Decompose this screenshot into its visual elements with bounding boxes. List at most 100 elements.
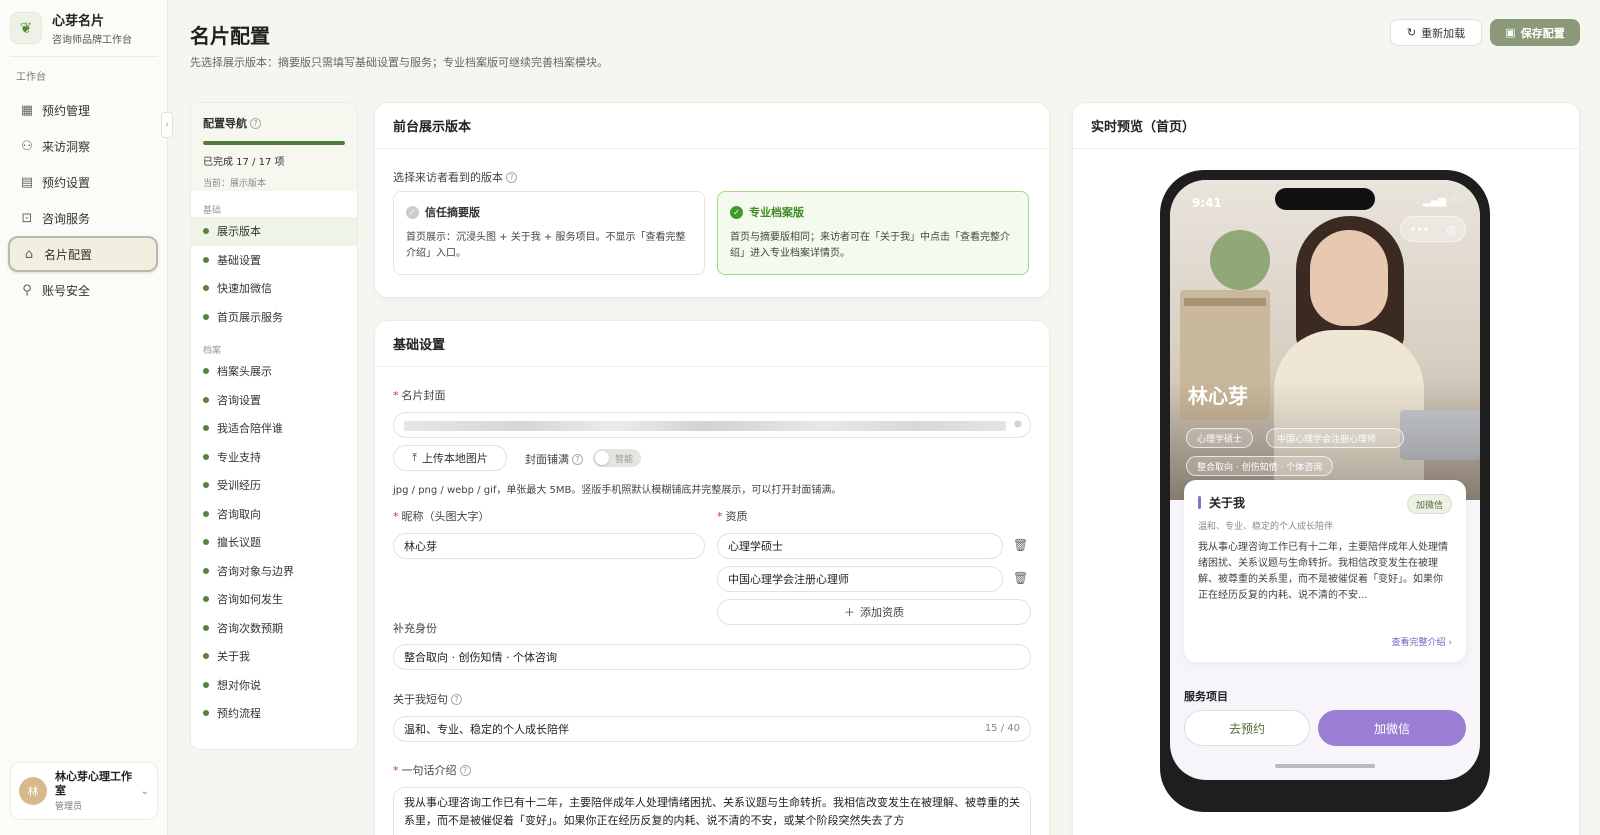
sprout-logo-icon: ❦ (10, 12, 42, 44)
portrait-face (1310, 230, 1388, 326)
add-qualification-button[interactable]: ＋添加资质 (717, 599, 1031, 625)
user-menu[interactable]: 林 林心芽心理工作室 管理员 ⌄ (10, 762, 158, 820)
sidebar-section-label: 工作台 (16, 72, 46, 83)
clear-icon[interactable]: ⊗ (1014, 419, 1022, 430)
config-nav-item[interactable]: 快速加微信 (191, 274, 357, 303)
config-nav-item[interactable]: 首页展示服务 (191, 303, 357, 332)
config-nav-item[interactable]: 我适合陪伴谁 (191, 414, 357, 443)
nav-group-label: 基础 (203, 206, 222, 216)
identity-tag: 整合取向 · 创伤知情 · 个体咨询 (1186, 456, 1334, 476)
required-mark: * (393, 510, 399, 523)
config-nav-item[interactable]: 关于我 (191, 642, 357, 671)
collapse-sidebar-button[interactable]: ‹ (161, 112, 173, 138)
calendar-icon: ▦ (20, 102, 34, 118)
sidebar-item-card-config[interactable]: ⌂ 名片配置 (8, 236, 158, 272)
progress-bar (203, 141, 345, 145)
save-button[interactable]: ▣ 保存配置 (1490, 19, 1580, 46)
config-nav-item[interactable]: 咨询对象与边界 (191, 557, 357, 586)
nickname-input[interactable]: 林心芽 (393, 533, 705, 559)
chevron-left-icon: ‹ (165, 120, 169, 130)
help-icon[interactable]: ? (459, 765, 471, 776)
about-title: 关于我 (1209, 496, 1246, 510)
refresh-icon: ↻ (1406, 26, 1417, 39)
check-dot-icon (203, 482, 209, 489)
phone-preview: 9:41 ▂▄▆ ◠ ••• ◎ 林心芽 心理学硕士 中国心理学会注册心理师 整合… (1160, 170, 1490, 812)
sidebar-item-booking-settings[interactable]: ▤ 预约设置 (8, 164, 158, 200)
config-nav-item[interactable]: 展示版本 (191, 217, 357, 246)
nav-group-label: 档案 (203, 346, 222, 356)
home-icon: ⌂ (24, 246, 34, 262)
brand-subtitle: 咨询师品牌工作台 (52, 35, 132, 46)
view-full-intro-link[interactable]: 查看完整介绍 › (1392, 635, 1452, 648)
brand[interactable]: ❦ 心芽名片 咨询师品牌工作台 (10, 8, 160, 48)
about-card: 关于我 加微信 温和、专业、稳定的个人成长陪伴 我从事心理咨询工作已有十二年，主… (1184, 480, 1466, 662)
config-nav-item[interactable]: 想对你说 (191, 671, 357, 700)
sidebar-item-insights[interactable]: ⚇ 来访洞察 (8, 128, 158, 164)
sidebar-item-services[interactable]: ⊡ 咨询服务 (8, 200, 158, 236)
check-dot-icon (203, 285, 209, 292)
option-description: 首页与摘要版相同；来访者可在「关于我」中点击「查看完整介绍」进入专业档案详情页。 (730, 232, 1010, 259)
check-circle-icon: ✓ (730, 205, 743, 219)
add-wechat-button[interactable]: 加微信 (1318, 710, 1466, 746)
config-nav-item[interactable]: 受训经历 (191, 471, 357, 500)
plus-icon: ＋ (844, 606, 855, 619)
qualification-label: 资质 (725, 510, 748, 523)
option-title: 信任摘要版 (425, 206, 480, 219)
config-nav-item[interactable]: 专业支持 (191, 443, 357, 472)
config-nav-item[interactable]: 擅长议题 (191, 528, 357, 557)
version-option-professional[interactable]: ✓ 专业档案版 首页与摘要版相同；来访者可在「关于我」中点击「查看完整介绍」进入专… (717, 191, 1029, 275)
home-indicator (1275, 764, 1375, 768)
extra-identity-input[interactable]: 整合取向 · 创伤知情 · 个体咨询 (393, 644, 1031, 670)
sidebar-item-appointments[interactable]: ▦ 预约管理 (8, 92, 158, 128)
brand-name: 心芽名片 (52, 14, 105, 29)
config-nav-title: 配置导航 (203, 117, 247, 130)
config-nav-item[interactable]: 档案头展示 (191, 357, 357, 386)
help-icon[interactable]: ? (572, 454, 583, 465)
intro-label: 一句话介绍 (401, 764, 457, 777)
version-card: 前台展示版本 选择来访者看到的版本? ✓ 信任摘要版 首页展示：沉浸头图 + 关于… (374, 102, 1050, 298)
config-nav-item[interactable]: 咨询取向 (191, 500, 357, 529)
reload-button[interactable]: ↻ 重新加载 (1390, 19, 1482, 46)
progress-fill (203, 141, 345, 145)
help-icon[interactable]: ? (506, 172, 517, 183)
phone-screen: 9:41 ▂▄▆ ◠ ••• ◎ 林心芽 心理学硕士 中国心理学会注册心理师 整合… (1170, 180, 1480, 780)
more-icon[interactable]: ••• (1410, 223, 1429, 236)
page-description: 先选择展示版本：摘要版只需填写基础设置与服务；专业档案版可继续完善档案模块。 (190, 56, 608, 69)
config-nav-item[interactable]: 咨询如何发生 (191, 585, 357, 614)
cover-url-input[interactable]: ⊗ (393, 412, 1031, 438)
config-nav-item[interactable]: 咨询设置 (191, 386, 357, 415)
config-nav-item[interactable]: 咨询次数预期 (191, 614, 357, 643)
book-button[interactable]: 去预约 (1184, 710, 1310, 746)
version-option-summary[interactable]: ✓ 信任摘要版 首页展示：沉浸头图 + 关于我 + 服务项目。不显示「查看完整介绍… (393, 191, 705, 275)
toggle-knob (595, 451, 609, 465)
help-icon[interactable]: ? (451, 694, 462, 705)
cover-label: 名片封面 (401, 389, 446, 402)
sidebar-item-security[interactable]: ⚲ 账号安全 (8, 272, 158, 308)
qualification-input[interactable]: 中国心理学会注册心理师 (717, 566, 1003, 592)
check-dot-icon (203, 256, 209, 263)
help-icon[interactable]: ? (250, 118, 261, 129)
short-intro-input[interactable]: 温和、专业、稳定的个人成长陪伴 15 / 40 (393, 716, 1031, 742)
upload-image-button[interactable]: ⤒ 上传本地图片 (393, 445, 507, 471)
radio-unchecked-icon: ✓ (406, 205, 419, 219)
config-nav-item[interactable]: 基础设置 (191, 246, 357, 275)
sidebar-item-label: 名片配置 (44, 247, 93, 262)
about-subtitle: 温和、专业、稳定的个人成长陪伴 (1198, 522, 1334, 532)
trash-icon[interactable]: 🗑 (1013, 571, 1028, 585)
qualification-input[interactable]: 心理学硕士 (717, 533, 1003, 559)
option-description: 首页展示：沉浸头图 + 关于我 + 服务项目。不显示「查看完整介绍」入口。 (406, 232, 686, 259)
check-dot-icon (203, 681, 209, 688)
option-title: 专业档案版 (749, 206, 804, 219)
check-dot-icon (203, 624, 209, 631)
intro-textarea[interactable]: 我从事心理咨询工作已有十二年，主要陪伴成年人处理情绪困扰、关系议题与生命转折。我… (393, 787, 1031, 835)
trash-icon[interactable]: 🗑 (1013, 538, 1028, 552)
user-role: 管理员 (55, 802, 83, 812)
mini-program-capsule[interactable]: ••• ◎ (1400, 216, 1466, 242)
close-circle-icon[interactable]: ◎ (1447, 223, 1457, 236)
cover-fill-toggle[interactable]: 智能 (593, 449, 641, 467)
add-wechat-chip[interactable]: 加微信 (1406, 494, 1452, 514)
check-dot-icon (203, 510, 209, 517)
status-time: 9:41 (1192, 196, 1222, 210)
user-name: 林心芽心理工作室 (55, 770, 132, 797)
config-nav-item[interactable]: 预约流程 (191, 699, 357, 728)
